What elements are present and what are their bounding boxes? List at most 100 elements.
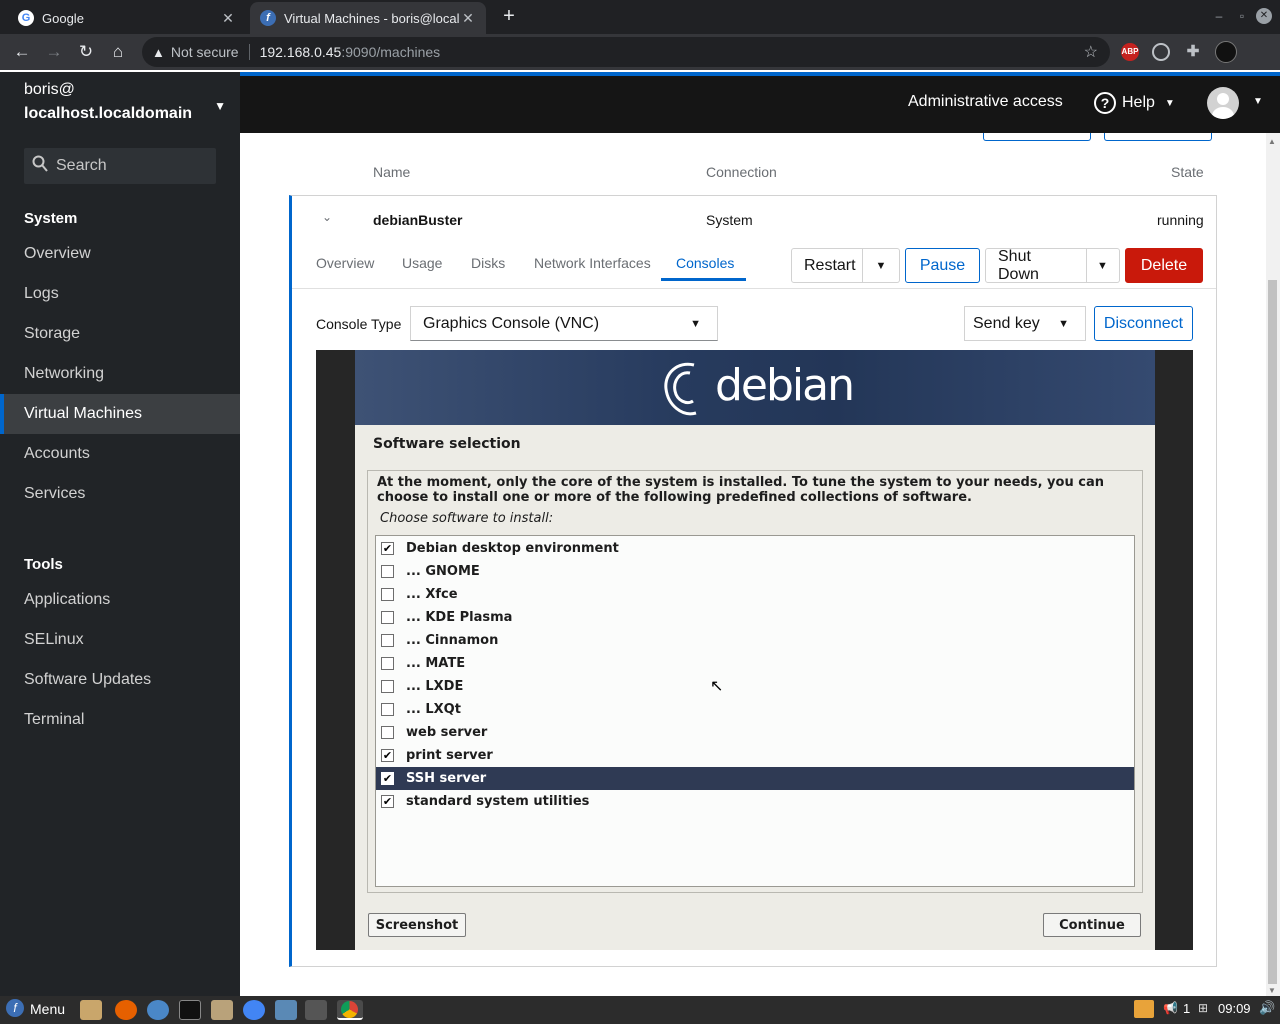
forward-icon[interactable]: → xyxy=(41,39,67,65)
software-option[interactable]: web server xyxy=(376,721,1134,744)
software-list[interactable]: ✔ Debian desktop environment ... GNOME ... … xyxy=(375,535,1135,887)
sidebar-item-selinux[interactable]: SELinux xyxy=(0,620,240,660)
start-menu-button[interactable]: Menu xyxy=(30,1001,65,1017)
checkbox-unchecked[interactable] xyxy=(381,611,394,624)
host-selector[interactable]: boris@ localhost.localdomain ▼ xyxy=(0,72,240,132)
bookmark-star-icon[interactable]: ☆ xyxy=(1084,42,1098,62)
clock[interactable]: 09:09 xyxy=(1218,1001,1251,1016)
continue-button[interactable]: Continue xyxy=(1043,913,1141,937)
adblock-icon[interactable]: ABP xyxy=(1121,43,1139,61)
sidebar-item-overview[interactable]: Overview xyxy=(0,234,240,274)
software-option[interactable]: ✔ standard system utilities xyxy=(376,790,1134,813)
close-tab-icon[interactable]: ✕ xyxy=(220,10,236,27)
volume-icon[interactable]: 🔊 xyxy=(1259,1000,1275,1016)
checkbox-checked[interactable]: ✔ xyxy=(381,749,394,762)
administrative-access-button[interactable]: Administrative access xyxy=(908,93,1063,111)
file-manager-icon[interactable] xyxy=(80,1000,102,1020)
package-icon[interactable] xyxy=(1134,1000,1154,1018)
firefox-icon[interactable] xyxy=(115,1000,137,1020)
restore-icon[interactable]: ▫ xyxy=(1234,8,1250,24)
sidebar-item-applications[interactable]: Applications xyxy=(0,580,240,620)
image-viewer-icon[interactable] xyxy=(275,1000,297,1020)
minimize-icon[interactable]: – xyxy=(1211,8,1227,24)
import-vm-button[interactable] xyxy=(1104,133,1212,141)
tab-consoles[interactable]: Consoles xyxy=(676,255,734,271)
home-icon[interactable]: ⌂ xyxy=(105,39,131,65)
software-option[interactable]: ✔ print server xyxy=(376,744,1134,767)
software-option[interactable]: ... LXDE xyxy=(376,675,1134,698)
sidebar-item-software-updates[interactable]: Software Updates xyxy=(0,660,240,700)
checkbox-unchecked[interactable] xyxy=(381,703,394,716)
avatar[interactable] xyxy=(1207,87,1239,119)
send-key-dropdown[interactable]: Send key ▼ xyxy=(964,306,1086,341)
software-option[interactable]: ... Xfce xyxy=(376,583,1134,606)
reload-icon[interactable]: ↻ xyxy=(73,39,99,65)
workspace-number[interactable]: 1 xyxy=(1183,1001,1190,1016)
profile-icon[interactable] xyxy=(1215,41,1237,63)
restart-button[interactable]: Restart xyxy=(791,248,863,283)
vm-name[interactable]: debianBuster xyxy=(373,212,462,228)
checkbox-unchecked[interactable] xyxy=(381,588,394,601)
shut-down-button[interactable]: Shut Down xyxy=(985,248,1087,283)
disconnect-button[interactable]: Disconnect xyxy=(1094,306,1193,341)
help-menu[interactable]: ? Help ▼ xyxy=(1094,92,1175,114)
sidebar-item-storage[interactable]: Storage xyxy=(0,314,240,354)
sidebar-item-virtual-machines[interactable]: Virtual Machines xyxy=(0,394,240,434)
sidebar-item-networking[interactable]: Networking xyxy=(0,354,240,394)
create-vm-button[interactable] xyxy=(983,133,1091,141)
checkbox-unchecked[interactable] xyxy=(381,634,394,647)
new-tab-button[interactable]: + xyxy=(498,6,520,28)
checkbox-checked[interactable]: ✔ xyxy=(381,795,394,808)
scrollbar-thumb[interactable] xyxy=(1268,280,1277,984)
checkbox-checked[interactable]: ✔ xyxy=(381,772,394,785)
search-input[interactable]: Search xyxy=(24,148,216,184)
checkbox-unchecked[interactable] xyxy=(381,680,394,693)
software-option[interactable]: ... Cinnamon xyxy=(376,629,1134,652)
notification-icon[interactable]: 📢 xyxy=(1163,1001,1178,1015)
software-option[interactable]: ... LXQt xyxy=(376,698,1134,721)
scroll-up-icon[interactable]: ▲ xyxy=(1268,137,1276,146)
checkbox-checked[interactable]: ✔ xyxy=(381,542,394,555)
column-header-connection[interactable]: Connection xyxy=(706,164,777,180)
restart-options-button[interactable]: ▼ xyxy=(863,248,900,283)
tab-disks[interactable]: Disks xyxy=(471,255,505,271)
checkbox-unchecked[interactable] xyxy=(381,726,394,739)
browser-tab-virtual-machines[interactable]: f Virtual Machines - boris@localh ✕ xyxy=(250,2,486,34)
sidebar-item-terminal[interactable]: Terminal xyxy=(0,700,240,740)
shut-down-options-button[interactable]: ▼ xyxy=(1086,248,1120,283)
browser-tab-google[interactable]: G Google ✕ xyxy=(8,2,246,34)
console-type-select[interactable]: Graphics Console (VNC) ▼ xyxy=(410,306,718,341)
checkbox-unchecked[interactable] xyxy=(381,657,394,670)
software-option[interactable]: ... KDE Plasma xyxy=(376,606,1134,629)
puzzle-icon[interactable]: ✚ xyxy=(1184,43,1202,61)
close-tab-icon[interactable]: ✕ xyxy=(460,10,476,27)
sidebar-item-logs[interactable]: Logs xyxy=(0,274,240,314)
vm-manager-icon[interactable] xyxy=(305,1000,327,1020)
tab-network-interfaces[interactable]: Network Interfaces xyxy=(534,255,651,271)
screenshot-button[interactable]: Screenshot xyxy=(368,913,466,937)
tab-usage[interactable]: Usage xyxy=(402,255,442,271)
terminal-icon[interactable] xyxy=(179,1000,201,1020)
software-option[interactable]: ... GNOME xyxy=(376,560,1134,583)
globe-icon[interactable] xyxy=(1152,43,1170,61)
checkbox-unchecked[interactable] xyxy=(381,565,394,578)
address-bar[interactable]: ▲ Not secure 192.168.0.45:9090/machines … xyxy=(142,37,1110,67)
scroll-down-icon[interactable]: ▼ xyxy=(1268,986,1276,995)
debian-installer-screen[interactable]: debian Software selection At the moment,… xyxy=(355,350,1155,950)
delete-button[interactable]: Delete xyxy=(1125,248,1203,283)
tab-overview[interactable]: Overview xyxy=(316,255,374,271)
sidebar-item-services[interactable]: Services xyxy=(0,474,240,514)
column-header-state[interactable]: State xyxy=(1171,164,1204,180)
folder-icon[interactable] xyxy=(211,1000,233,1020)
thunderbird-icon[interactable] xyxy=(147,1000,169,1020)
software-option[interactable]: ✔ Debian desktop environment xyxy=(376,537,1134,560)
close-window-icon[interactable]: ✕ xyxy=(1256,8,1272,24)
chrome-window-icon[interactable] xyxy=(337,1000,363,1020)
software-option[interactable]: ... MATE xyxy=(376,652,1134,675)
pause-button[interactable]: Pause xyxy=(905,248,980,283)
software-option[interactable]: ✔ SSH server xyxy=(376,767,1134,790)
chromium-icon[interactable] xyxy=(243,1000,265,1020)
column-header-name[interactable]: Name xyxy=(373,164,410,180)
back-icon[interactable]: ← xyxy=(9,39,35,65)
network-icon[interactable]: ⊞ xyxy=(1198,1001,1208,1015)
